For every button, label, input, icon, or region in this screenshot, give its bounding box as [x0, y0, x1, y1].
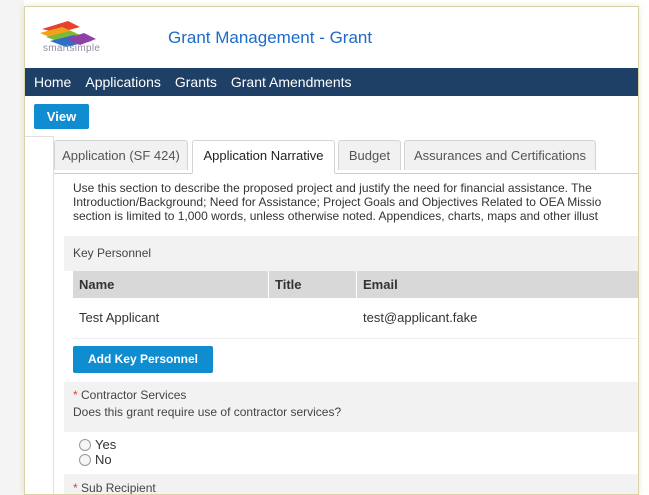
radio-option-yes[interactable]: Yes [79, 437, 116, 452]
key-personnel-table-header: Name Title Email [73, 271, 638, 298]
contractor-services-question: Does this grant require use of contracto… [73, 405, 342, 419]
smartsimple-logo [40, 21, 96, 47]
view-button[interactable]: View [34, 104, 89, 129]
radio-button[interactable] [79, 438, 91, 451]
key-personnel-header: Key Personnel [64, 236, 638, 271]
contractor-services-label: Contractor Services [81, 388, 187, 402]
column-header-email[interactable]: Email [357, 271, 638, 298]
content-panel: Application (SF 424) Application Narrati… [53, 136, 638, 495]
section-intro-text: Use this section to describe the propose… [73, 181, 638, 223]
required-marker: * [73, 481, 78, 495]
add-key-personnel-button[interactable]: Add Key Personnel [73, 346, 213, 373]
cell-title [269, 298, 357, 338]
nav-item-grant-amendments[interactable]: Grant Amendments [231, 74, 352, 90]
nav-item-home[interactable]: Home [34, 74, 71, 90]
page-title: Grant Management - Grant [168, 28, 373, 47]
radio-option-no[interactable]: No [79, 452, 112, 467]
sub-recipient-label: Sub Recipient [81, 481, 156, 495]
app-header: smartsimple Grant Management - Grant [25, 7, 638, 68]
app-window: smartsimple Grant Management - Grant Hom… [24, 6, 639, 495]
page-background [0, 0, 24, 495]
cell-name: Test Applicant [79, 310, 160, 325]
column-header-name[interactable]: Name [73, 271, 269, 298]
intro-line: Introduction/Background; Need for Assist… [73, 195, 602, 209]
radio-label-yes: Yes [95, 437, 117, 452]
intro-line: section is limited to 1,000 words, unles… [73, 209, 598, 223]
radio-button[interactable] [79, 453, 91, 466]
cell-email: test@applicant.fake [363, 310, 478, 325]
logo-text: smartsimple [43, 43, 101, 54]
tab-assurances-certifications[interactable]: Assurances and Certifications [404, 140, 596, 170]
sub-recipient-header: * Sub Recipient [64, 474, 638, 495]
tab-bar: Application (SF 424) Application Narrati… [54, 140, 638, 174]
key-personnel-label: Key Personnel [73, 246, 152, 260]
tab-application-sf424[interactable]: Application (SF 424) [54, 140, 188, 170]
table-row[interactable]: Test Applicant test@applicant.fake [73, 298, 638, 339]
column-header-title[interactable]: Title [269, 271, 357, 298]
toolbar: View [25, 96, 638, 137]
tab-application-narrative[interactable]: Application Narrative [192, 140, 335, 174]
nav-item-applications[interactable]: Applications [85, 74, 161, 90]
nav-item-grants[interactable]: Grants [175, 74, 217, 90]
tab-budget[interactable]: Budget [338, 140, 401, 170]
required-marker: * [73, 388, 78, 402]
radio-label-no: No [95, 452, 112, 467]
main-nav: Home Applications Grants Grant Amendment… [25, 68, 638, 96]
intro-line: Use this section to describe the propose… [73, 181, 592, 195]
contractor-services-header: * Contractor Services Does this grant re… [64, 382, 638, 432]
